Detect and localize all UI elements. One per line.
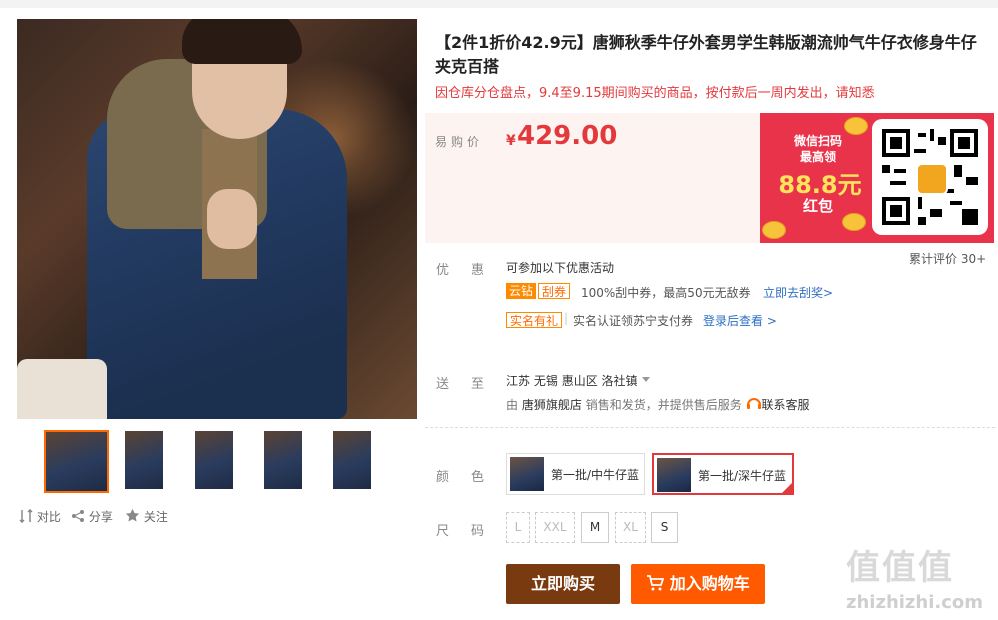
color-option-2[interactable]: 第一批/深牛仔蓝 bbox=[652, 453, 794, 495]
add-to-cart-button[interactable]: 加入购物车 bbox=[631, 564, 765, 604]
follow-button[interactable]: 关注 bbox=[125, 508, 168, 525]
promo-line2: 最高领 bbox=[799, 150, 836, 164]
coupon-text: 100%刮中券，最高50元无敌券 bbox=[581, 286, 751, 300]
thumbnail-2[interactable] bbox=[124, 430, 164, 490]
section-divider bbox=[425, 427, 995, 428]
deliver-to-label: 送至 bbox=[436, 377, 507, 392]
watermark-logo: 值值值 bbox=[846, 548, 954, 588]
thumbnail-1[interactable] bbox=[44, 430, 109, 493]
discount-intro: 可参加以下优惠活动 bbox=[506, 261, 615, 275]
discount-label: 优惠 bbox=[436, 263, 507, 278]
compare-button[interactable]: 对比 bbox=[19, 508, 61, 525]
price-box: 易购价 ¥ 429.00 bbox=[425, 113, 760, 243]
contact-service-button[interactable]: 联系客服 bbox=[746, 398, 810, 412]
size-option-L[interactable]: L bbox=[506, 512, 530, 543]
chevron-down-icon bbox=[642, 377, 651, 382]
shipping-notice: 因仓库分仓盘点，9.4至9.15期间购买的商品，按付款后一周内发出，请知悉 bbox=[435, 86, 875, 101]
star-icon bbox=[125, 508, 140, 522]
scratch-now-link[interactable]: 立即去刮奖> bbox=[763, 284, 833, 301]
color-option-label: 第一批/中牛仔蓝 bbox=[551, 468, 640, 482]
size-label: 尺码 bbox=[436, 524, 507, 539]
color-label: 颜色 bbox=[436, 470, 507, 485]
address-city: 无锡 bbox=[533, 374, 558, 388]
address-district: 惠山区 bbox=[561, 374, 598, 388]
seller-suffix: 销售和发货，并提供售后服务 bbox=[585, 398, 742, 412]
share-icon bbox=[72, 510, 84, 522]
add-to-cart-label: 加入购物车 bbox=[669, 574, 750, 593]
review-count[interactable]: 累计评价 30+ bbox=[909, 250, 986, 267]
main-product-image[interactable] bbox=[17, 19, 417, 419]
separator: | bbox=[564, 311, 569, 325]
promo-line1: 微信扫码 bbox=[793, 134, 842, 148]
realname-tag: 实名有礼 bbox=[506, 312, 563, 328]
mascot-icon bbox=[916, 163, 948, 195]
size-option-XL[interactable]: XL bbox=[615, 512, 646, 543]
model-hair bbox=[182, 19, 302, 64]
thumbnail-5[interactable] bbox=[332, 430, 372, 490]
size-option-XXL[interactable]: XXL bbox=[535, 512, 575, 543]
color-option-label: 第一批/深牛仔蓝 bbox=[698, 469, 787, 483]
wechat-redpacket-banner[interactable]: 微信扫码 最高领 88.8元 红包 bbox=[760, 113, 994, 243]
thumbnail-strip bbox=[44, 430, 384, 494]
top-strip bbox=[0, 0, 998, 8]
contact-service-label: 联系客服 bbox=[761, 398, 810, 412]
address-town: 洛社镇 bbox=[601, 374, 638, 388]
size-option-S[interactable]: S bbox=[651, 512, 678, 543]
follow-label: 关注 bbox=[143, 510, 168, 524]
yunzuan-tag: 云钻 bbox=[506, 283, 537, 299]
qr-code[interactable] bbox=[872, 119, 988, 235]
customer-service-icon bbox=[746, 398, 761, 409]
table-phone bbox=[17, 359, 107, 419]
scratch-tag: 刮券 bbox=[538, 283, 571, 299]
share-button[interactable]: 分享 bbox=[71, 508, 113, 525]
promo-line3: 红包 bbox=[802, 197, 833, 215]
share-label: 分享 bbox=[88, 510, 113, 524]
thumbnail-4[interactable] bbox=[263, 430, 303, 490]
address-province: 江苏 bbox=[506, 374, 531, 388]
compare-label: 对比 bbox=[36, 510, 61, 524]
price-label: 易购价 bbox=[435, 135, 484, 149]
product-title: 【2件1折价42.9元】唐狮秋季牛仔外套男学生韩版潮流帅气牛仔衣修身牛仔夹克百搭 bbox=[435, 33, 977, 76]
size-option-M[interactable]: M bbox=[581, 512, 609, 543]
seller-name[interactable]: 唐狮旗舰店 bbox=[522, 398, 582, 412]
promo-text-top: 微信扫码 最高领 bbox=[778, 133, 858, 165]
price-value: 429.00 bbox=[517, 121, 618, 151]
address-selector[interactable]: 江苏 无锡 惠山区 洛社镇 bbox=[506, 372, 651, 389]
seller-prefix: 由 bbox=[506, 398, 519, 412]
color-option-1[interactable]: 第一批/中牛仔蓝 bbox=[506, 453, 645, 495]
compare-icon bbox=[19, 508, 33, 524]
currency-symbol: ¥ bbox=[506, 133, 516, 149]
seller-info: 由 唐狮旗舰店 销售和发货，并提供售后服务 联系客服 bbox=[506, 396, 810, 413]
cart-icon bbox=[647, 575, 665, 591]
model-hand bbox=[207, 189, 257, 249]
watermark-url: zhizhizhi.com bbox=[846, 592, 984, 613]
coin-decoration bbox=[762, 221, 786, 239]
buy-now-button[interactable]: 立即购买 bbox=[506, 564, 620, 604]
realname-text: 实名认证领苏宁支付券 bbox=[573, 314, 694, 328]
thumbnail-3[interactable] bbox=[194, 430, 234, 490]
color-swatch-image bbox=[657, 458, 691, 492]
selected-check-icon bbox=[781, 482, 793, 494]
color-swatch-image bbox=[510, 457, 544, 491]
login-view-link[interactable]: 登录后查看 > bbox=[703, 312, 777, 329]
